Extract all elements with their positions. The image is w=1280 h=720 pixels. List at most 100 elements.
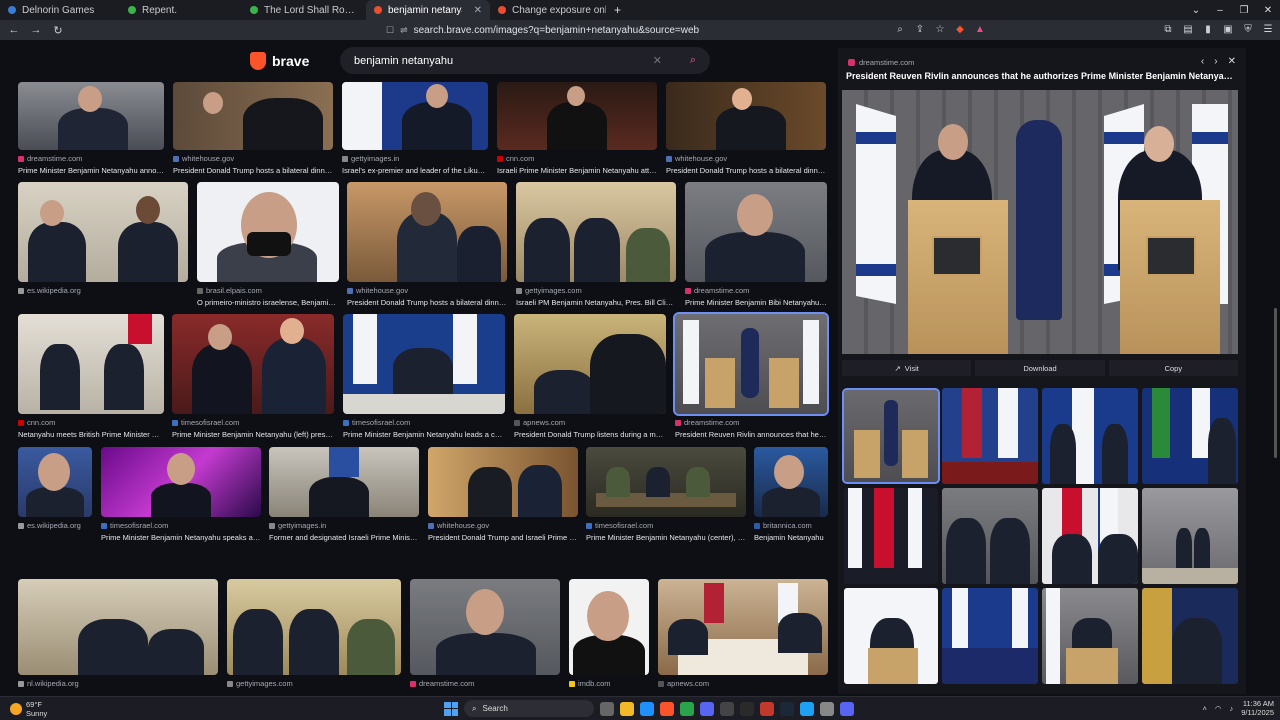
sidebar-icon[interactable]: ▮	[1202, 22, 1214, 36]
result-source[interactable]: nl.wikipedia.org	[18, 679, 218, 688]
result-caption[interactable]: Prime Minister Benjamin Netanyahu speaks…	[101, 533, 261, 542]
related-thumbnail[interactable]	[1042, 588, 1138, 684]
result-card[interactable]: gettyimages.in Israel's ex-premier and l…	[342, 82, 488, 175]
result-source[interactable]: whitehouse.gov	[666, 154, 826, 163]
weather-widget[interactable]: 69°F Sunny	[10, 700, 47, 718]
related-thumbnail[interactable]	[842, 388, 940, 484]
result-image[interactable]	[673, 312, 829, 416]
app-icon[interactable]	[720, 701, 734, 716]
result-caption[interactable]: Benjamin Netanyahu	[754, 533, 828, 542]
result-image[interactable]	[173, 82, 333, 150]
result-source[interactable]: es.wikipedia.org	[18, 286, 188, 295]
result-source[interactable]: gettyimages.in	[342, 154, 488, 163]
close-icon[interactable]: ✕	[1228, 56, 1236, 67]
brave-icon[interactable]	[660, 701, 674, 716]
result-card[interactable]: dreamstime.com Prime Minister Benjamin B…	[685, 182, 827, 307]
result-source[interactable]: dreamstime.com	[410, 679, 560, 688]
previous-icon[interactable]: ‹	[1201, 56, 1204, 67]
bookmark-icon[interactable]: ☐	[386, 25, 394, 36]
result-card[interactable]: dreamstime.com	[410, 579, 560, 688]
forward-icon[interactable]: →	[28, 22, 44, 38]
settings-icon[interactable]	[820, 701, 834, 716]
result-image[interactable]	[497, 82, 657, 150]
clock[interactable]: 11:36 AM 9/11/2025	[1241, 699, 1274, 717]
result-image[interactable]	[586, 447, 746, 517]
app-icon[interactable]	[800, 701, 814, 716]
result-source[interactable]: cnn.com	[18, 418, 164, 427]
related-thumbnail[interactable]	[1142, 388, 1238, 484]
result-card[interactable]: timesofisrael.com Prime Minister Benjami…	[172, 314, 334, 439]
result-card[interactable]: dreamstime.com Prime Minister Benjamin N…	[18, 82, 164, 175]
result-source[interactable]: gettyimages.com	[516, 286, 676, 295]
result-source[interactable]: gettyimages.in	[269, 521, 419, 530]
related-thumbnail[interactable]	[1042, 488, 1138, 584]
result-image[interactable]	[18, 314, 164, 414]
reload-icon[interactable]: ↻	[50, 22, 66, 38]
result-source[interactable]: timesofisrael.com	[101, 521, 261, 530]
file-explorer-icon[interactable]	[620, 701, 634, 716]
app-icon[interactable]	[700, 701, 714, 716]
result-caption[interactable]: President Donald Trump hosts a bilateral…	[666, 166, 826, 175]
result-caption[interactable]: Former and designated Israeli Prime Mini…	[269, 533, 419, 542]
result-image[interactable]	[172, 314, 334, 414]
result-caption[interactable]: Prime Minister Benjamin Netanyahu (left)…	[172, 430, 334, 439]
related-thumbnail[interactable]	[1142, 488, 1238, 584]
result-card[interactable]: nl.wikipedia.org	[18, 579, 218, 688]
result-source[interactable]: brasil.elpais.com	[197, 286, 339, 295]
result-image[interactable]	[685, 182, 827, 282]
result-source[interactable]: timesofisrael.com	[586, 521, 746, 530]
result-card[interactable]: apnews.com	[658, 579, 828, 688]
wallet-icon[interactable]: ▣	[1222, 22, 1234, 36]
related-thumbnail[interactable]	[1042, 388, 1138, 484]
close-window-icon[interactable]: ✕	[1256, 0, 1280, 20]
back-icon[interactable]: ←	[6, 22, 22, 38]
result-image[interactable]	[658, 579, 828, 675]
result-source[interactable]: apnews.com	[658, 679, 828, 688]
result-source[interactable]: whitehouse.gov	[428, 521, 578, 530]
result-caption[interactable]: President Donald Trump hosts a bilateral…	[347, 298, 507, 307]
result-card[interactable]: gettyimages.com	[227, 579, 401, 688]
result-source[interactable]: apnews.com	[514, 418, 666, 427]
chrome-icon[interactable]	[680, 701, 694, 716]
clear-icon[interactable]: ✕	[653, 54, 662, 67]
chevron-up-icon[interactable]: ˄	[1203, 704, 1207, 713]
reading-list-icon[interactable]: ▤	[1182, 22, 1194, 36]
menu-icon[interactable]: ☰	[1262, 22, 1274, 36]
result-image[interactable]	[18, 182, 188, 282]
result-caption[interactable]: O primeiro-ministro israelense, Benjamin…	[197, 298, 339, 307]
result-source[interactable]: cnn.com	[497, 154, 657, 163]
result-caption[interactable]: Prime Minister Benjamin Bibi Netanyahu a…	[685, 298, 827, 307]
result-caption[interactable]: Prime Minister Benjamin Netanyahu leads …	[343, 430, 505, 439]
steam-icon[interactable]	[780, 701, 794, 716]
result-card-selected[interactable]: dreamstime.com President Reuven Rivlin a…	[673, 312, 829, 439]
related-thumbnail[interactable]	[844, 588, 938, 684]
result-caption[interactable]: President Reuven Rivlin announces that h…	[675, 430, 827, 439]
page-scrollbar[interactable]	[1274, 48, 1278, 694]
related-thumbnail[interactable]	[844, 488, 938, 584]
result-card[interactable]: britannica.com Benjamin Netanyahu	[754, 447, 828, 542]
result-image[interactable]	[569, 579, 649, 675]
result-image[interactable]	[343, 314, 505, 414]
download-button[interactable]: Download	[975, 360, 1105, 376]
result-image[interactable]	[428, 447, 578, 517]
taskbar-search[interactable]: ⌕ Search	[464, 700, 594, 717]
address-bar[interactable]: ☐ ⇌ search.brave.com/images?q=benjamin+n…	[386, 25, 699, 36]
minimize-icon[interactable]: –	[1208, 0, 1232, 20]
result-card[interactable]: cnn.com Netanyahu meets British Prime Mi…	[18, 314, 164, 439]
result-source[interactable]: whitehouse.gov	[347, 286, 507, 295]
result-card[interactable]: imdb.com	[569, 579, 649, 688]
result-caption[interactable]: Israeli Prime Minister Benjamin Netanyah…	[497, 166, 657, 175]
related-thumbnail[interactable]	[1142, 588, 1238, 684]
related-thumbnail[interactable]	[942, 388, 1038, 484]
result-image[interactable]	[227, 579, 401, 675]
tab-0[interactable]: Delnorin Games	[0, 0, 120, 20]
copy-button[interactable]: Copy	[1108, 360, 1238, 376]
result-image[interactable]	[197, 182, 339, 282]
result-card[interactable]: gettyimages.in Former and designated Isr…	[269, 447, 419, 542]
extensions-icon[interactable]: ⧉	[1162, 22, 1174, 36]
wifi-icon[interactable]: ◠	[1215, 704, 1222, 713]
result-caption[interactable]: President Donald Trump listens during a …	[514, 430, 666, 439]
preview-image[interactable]	[842, 90, 1238, 354]
result-caption[interactable]: Netanyahu meets British Prime Minister B…	[18, 430, 164, 439]
result-card[interactable]: gettyimages.com Israeli PM Benjamin Neta…	[516, 182, 676, 307]
